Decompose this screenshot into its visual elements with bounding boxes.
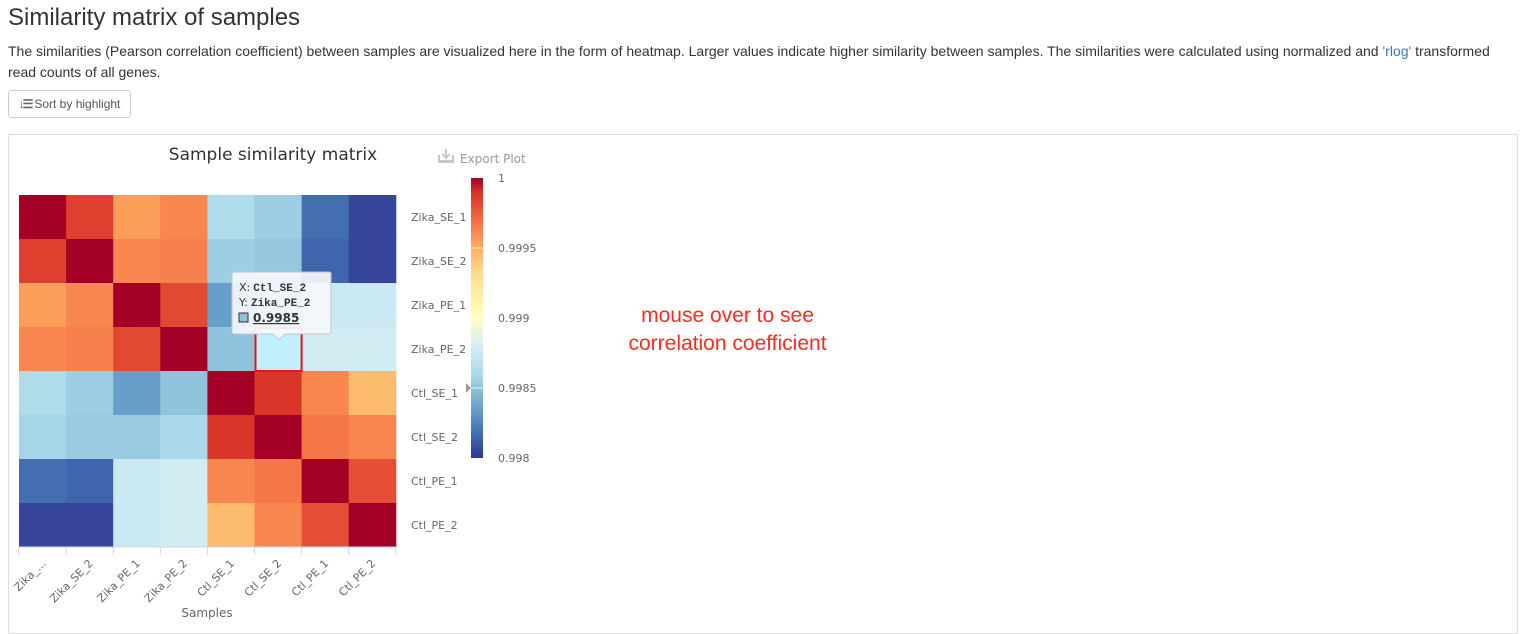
export-plot-label: Export Plot [460, 152, 526, 166]
heatmap-cell-Ctl_PE_2-Zika_PE_1[interactable] [113, 503, 161, 548]
y-tick-label: Zika_PE_1 [411, 299, 466, 312]
svg-text:X:Ctl_SE_2: X: Ctl_SE_2 [239, 281, 306, 295]
export-plot-button[interactable]: Export Plot [438, 149, 526, 166]
heatmap-cell-Ctl_PE_2-Ctl_PE_2[interactable] [348, 503, 397, 548]
heatmap-cell-Ctl_SE_2-Ctl_SE_1[interactable] [207, 415, 255, 460]
heatmap-cell-Zika_SE_1-Ctl_PE_1[interactable] [301, 195, 350, 240]
y-tick-label: Ctl_PE_2 [411, 519, 458, 532]
heatmap-cell-Ctl_PE_1-Zika_SE_1[interactable] [19, 459, 67, 504]
x-tick-label: Ctl_SE_2 [242, 557, 284, 599]
x-tick-label: Zika_... [12, 557, 49, 594]
y-tick-label: Ctl_PE_1 [411, 475, 458, 488]
heatmap-cell-Zika_SE_1-Zika_PE_2[interactable] [160, 195, 208, 240]
x-tick-label: Zika_PE_1 [95, 557, 143, 605]
x-axis: Zika_...Zika_SE_2Zika_PE_1Zika_PE_2 Ctl_S… [12, 546, 397, 605]
heatmap-cell-Zika_SE_1-Zika_SE_1[interactable] [19, 195, 67, 240]
hover-tooltip: X: Ctl_SE_2 Y: Zika_PE_2 0.9985 [231, 271, 332, 341]
heatmap-cell-Zika_SE_1-Zika_PE_1[interactable] [113, 195, 161, 240]
tooltip-y-value: Zika_PE_2 [251, 298, 310, 310]
mouse-over-annotation: mouse over to see correlation coefficien… [628, 304, 827, 355]
heatmap-cell-Ctl_PE_1-Zika_SE_2[interactable] [66, 459, 114, 504]
y-axis: Zika_SE_1 Zika_SE_2 Zika_PE_1 Zika_PE_2 Ctl_… [411, 211, 466, 532]
heatmap-cell-Ctl_SE_1-Ctl_SE_2[interactable] [254, 371, 303, 416]
heatmap-cell-Zika_SE_2-Ctl_PE_2[interactable] [348, 239, 397, 284]
heatmap-cell-Ctl_PE_2-Ctl_SE_2[interactable] [254, 503, 303, 548]
y-tick-label: Zika_SE_2 [411, 255, 466, 268]
heatmap-cell-Ctl_SE_1-Ctl_PE_2[interactable] [348, 371, 397, 416]
heatmap-cell-Zika_SE_1-Ctl_SE_1[interactable] [207, 195, 255, 240]
heatmap-cell-Ctl_PE_1-Ctl_SE_2[interactable] [254, 459, 303, 504]
x-tick-label: Ctl_PE_1 [289, 557, 331, 599]
y-tick-label: Ctl_SE_2 [411, 431, 458, 444]
y-tick-label: Zika_PE_2 [411, 343, 466, 356]
heatmap-cells [19, 195, 397, 548]
heatmap-cell-Ctl_SE_1-Zika_PE_1[interactable] [113, 371, 161, 416]
x-axis-title: Samples [181, 606, 232, 620]
heatmap-cell-Ctl_SE_1-Zika_SE_2[interactable] [66, 371, 114, 416]
heatmap-cell-Zika_PE_1-Zika_SE_2[interactable] [66, 283, 114, 328]
y-tick-label: Zika_SE_1 [411, 211, 466, 224]
heatmap-cell-Zika_PE_2-Zika_SE_1[interactable] [19, 327, 67, 372]
tooltip-x-label: X: [239, 281, 250, 294]
color-scale-tick-label: 0.9995 [498, 242, 537, 255]
heatmap-cell-Zika_PE_2-Zika_PE_2[interactable] [160, 327, 208, 372]
heatmap-cell-Ctl_PE_2-Zika_PE_2[interactable] [160, 503, 208, 548]
tooltip-x-value: Ctl_SE_2 [253, 283, 306, 295]
heatmap-cell-Zika_PE_1-Ctl_PE_2[interactable] [348, 283, 397, 328]
heatmap-cell-Ctl_SE_1-Ctl_SE_1[interactable] [207, 371, 255, 416]
tooltip-value: 0.9985 [253, 311, 299, 325]
heatmap-cell-Ctl_SE_2-Zika_SE_2[interactable] [66, 415, 114, 460]
heatmap-cell-Ctl_SE_2-Zika_PE_2[interactable] [160, 415, 208, 460]
heatmap-cell-Ctl_SE_1-Zika_SE_1[interactable] [19, 371, 67, 416]
color-scale-pointer-icon [466, 383, 471, 393]
color-scale-tick-label: 0.998 [498, 452, 530, 465]
heatmap-cell-Ctl_SE_1-Zika_PE_2[interactable] [160, 371, 208, 416]
heatmap-cell-Zika_SE_1-Ctl_SE_2[interactable] [254, 195, 303, 240]
color-scale-tick-label: 0.9985 [498, 382, 537, 395]
heatmap-cell-Zika_PE_1-Zika_SE_1[interactable] [19, 283, 67, 328]
heatmap-cell-Ctl_SE_2-Zika_SE_1[interactable] [19, 415, 67, 460]
heatmap-cell-Zika_PE_1-Zika_PE_1[interactable] [113, 283, 161, 328]
color-scale-tick-label: 1 [498, 172, 505, 185]
heatmap-cell-Ctl_PE_2-Ctl_SE_1[interactable] [207, 503, 255, 548]
color-scale-legend: 1 0.9995 0.999 0.9985 0.998 [466, 172, 537, 465]
heatmap-cell-Ctl_PE_1-Zika_PE_2[interactable] [160, 459, 208, 504]
x-tick-label: Ctl_PE_2 [336, 557, 378, 599]
x-tick-label: Zika_PE_2 [142, 557, 190, 605]
heatmap-cell-Zika_PE_1-Zika_PE_2[interactable] [160, 283, 208, 328]
heatmap-cell-Zika_SE_2-Zika_SE_1[interactable] [19, 239, 67, 284]
heatmap-cell-Zika_SE_2-Zika_PE_2[interactable] [160, 239, 208, 284]
x-tick-label: Zika_SE_2 [47, 557, 95, 605]
heatmap-cell-Zika_SE_1-Zika_SE_2[interactable] [66, 195, 114, 240]
heatmap-cell-Ctl_SE_2-Ctl_PE_1[interactable] [301, 415, 350, 460]
heatmap-cell-Ctl_PE_1-Ctl_SE_1[interactable] [207, 459, 255, 504]
heatmap-cell-Ctl_PE_2-Zika_SE_2[interactable] [66, 503, 114, 548]
heatmap-cell-Ctl_PE_2-Ctl_PE_1[interactable] [301, 503, 350, 548]
x-tick-label: Ctl_SE_1 [195, 557, 237, 599]
y-tick-label: Ctl_SE_1 [411, 387, 458, 400]
heatmap-cell-Ctl_SE_2-Ctl_PE_2[interactable] [348, 415, 397, 460]
chart-title: Sample similarity matrix [169, 145, 377, 165]
heatmap-cell-Zika_SE_2-Zika_SE_2[interactable] [66, 239, 114, 284]
heatmap-cell-Zika_SE_1-Ctl_PE_2[interactable] [348, 195, 397, 240]
heatmap-cell-Ctl_PE_1-Ctl_PE_1[interactable] [301, 459, 350, 504]
heatmap-cell-Ctl_PE_2-Zika_SE_1[interactable] [19, 503, 67, 548]
download-icon [438, 149, 454, 163]
heatmap-cell-Zika_SE_2-Zika_PE_1[interactable] [113, 239, 161, 284]
color-scale-tick-label: 0.999 [498, 312, 530, 325]
heatmap-cell-Ctl_PE_1-Zika_PE_1[interactable] [113, 459, 161, 504]
heatmap-cell-Zika_PE_2-Zika_PE_1[interactable] [113, 327, 161, 372]
heatmap-cell-Ctl_SE_2-Ctl_SE_2[interactable] [254, 415, 303, 460]
heatmap-cell-Ctl_SE_1-Ctl_PE_1[interactable] [301, 371, 350, 416]
tooltip-y-label: Y: [238, 296, 248, 309]
heatmap-cell-Ctl_SE_2-Zika_PE_1[interactable] [113, 415, 161, 460]
tooltip-color-swatch [238, 312, 249, 323]
heatmap-cell-Ctl_PE_1-Ctl_PE_2[interactable] [348, 459, 397, 504]
heatmap-cell-Zika_PE_2-Ctl_PE_2[interactable] [348, 327, 397, 372]
heatmap-cell-Zika_PE_2-Zika_SE_2[interactable] [66, 327, 114, 372]
